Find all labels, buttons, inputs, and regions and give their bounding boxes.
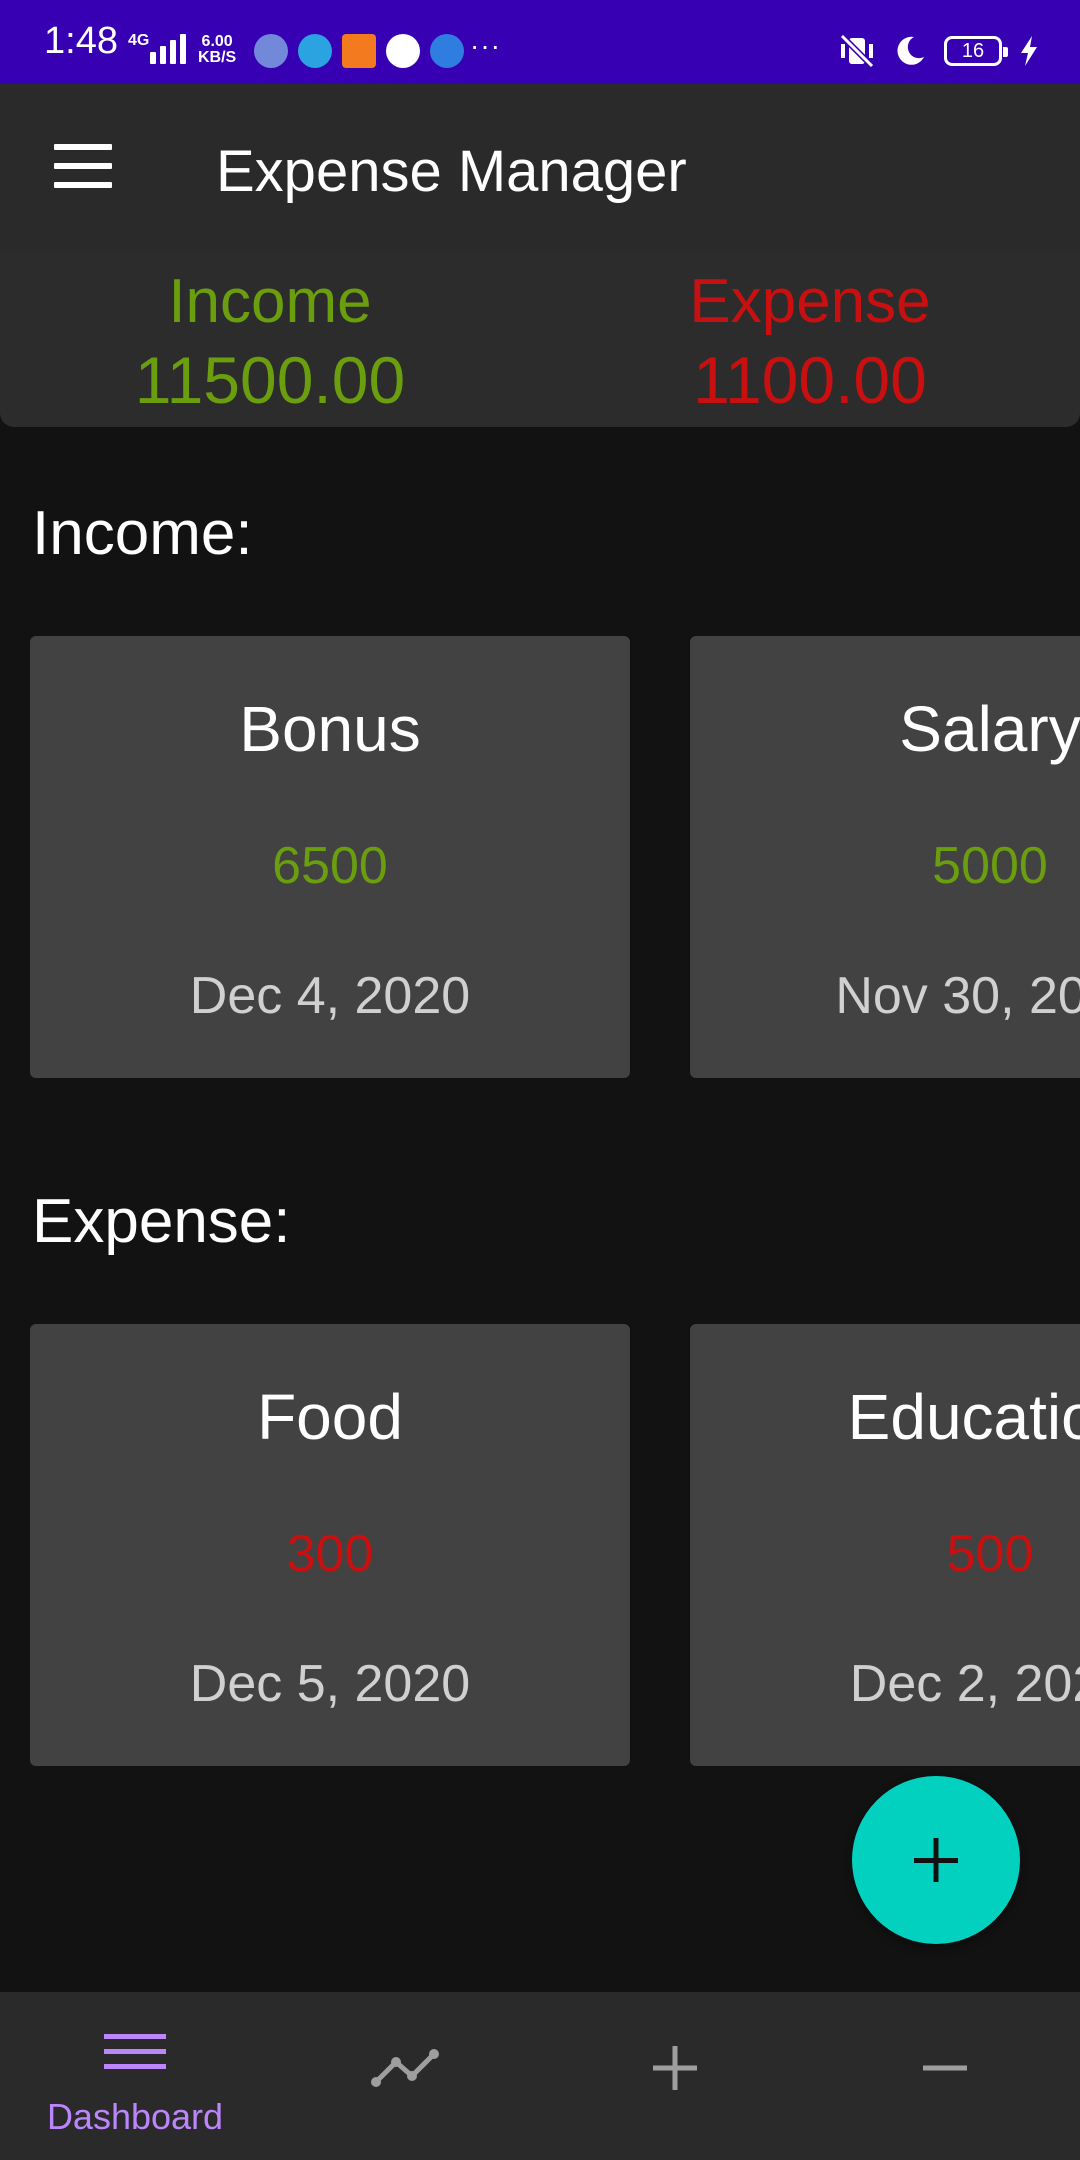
card-title: Food: [257, 1381, 403, 1453]
card-date: Dec 2, 2020: [849, 1655, 1080, 1713]
card-amount: 500: [946, 1525, 1034, 1583]
play-icon: [430, 34, 464, 68]
card-date: Dec 5, 2020: [189, 1655, 471, 1713]
status-bar: 1:48 4G 6.00 KB/S ··· 16: [0, 0, 1080, 84]
app-title: Expense Manager: [216, 139, 687, 204]
nav-statistics[interactable]: [270, 1992, 540, 2160]
card-title: Bonus: [239, 693, 421, 765]
dashboard-icon: [104, 2034, 166, 2069]
bottom-navigation: Dashboard: [0, 1992, 1080, 2160]
card-title: Education: [847, 1381, 1080, 1453]
add-fab-button[interactable]: [852, 1776, 1020, 1944]
app-notification-icon: [386, 34, 420, 68]
app-notification-icon: [342, 34, 376, 68]
expense-summary: Expense 1100.00: [540, 264, 1080, 420]
expense-card[interactable]: Food 300 Dec 5, 2020: [30, 1324, 630, 1766]
nav-add-expense[interactable]: [810, 1992, 1080, 2160]
nav-dashboard[interactable]: Dashboard: [0, 1992, 270, 2160]
network-speed-unit: KB/S: [198, 49, 237, 66]
plus-icon: [914, 1838, 958, 1882]
income-card[interactable]: Bonus 6500 Dec 4, 2020: [30, 636, 630, 1078]
income-section-title: Income:: [32, 499, 253, 568]
expense-card[interactable]: Education 500 Dec 2, 2020: [690, 1324, 1080, 1766]
plus-icon: [653, 2046, 697, 2090]
trend-chart-icon: [371, 2049, 439, 2087]
card-amount: 5000: [932, 837, 1048, 895]
hamburger-menu-icon[interactable]: [54, 144, 114, 188]
nav-add-income[interactable]: [540, 1992, 810, 2160]
charging-bolt-icon: [1021, 36, 1037, 66]
summary-panel: Income 11500.00 Expense 1100.00: [0, 252, 1080, 427]
income-summary: Income 11500.00: [0, 264, 540, 420]
app-bar: Expense Manager: [0, 84, 1080, 252]
network-speed: 6.00 KB/S: [198, 34, 236, 66]
app-notification-icon: [298, 34, 332, 68]
income-summary-value: 11500.00: [134, 343, 406, 417]
card-amount: 300: [286, 1525, 374, 1583]
income-card[interactable]: Salary 5000 Nov 30, 2020: [690, 636, 1080, 1078]
battery-level: 16: [961, 39, 985, 62]
network-speed-value: 6.00: [201, 33, 233, 50]
expense-summary-label: Expense: [689, 267, 931, 336]
minus-icon: [923, 2065, 967, 2071]
nav-dashboard-label: Dashboard: [46, 2096, 224, 2137]
card-amount: 6500: [272, 837, 388, 895]
status-time: 1:48: [44, 20, 118, 62]
income-summary-label: Income: [168, 267, 372, 336]
do-not-disturb-moon-icon: [897, 36, 924, 65]
expense-section-title: Expense:: [32, 1187, 291, 1256]
expense-summary-value: 1100.00: [693, 343, 927, 417]
more-notifications-icon: ···: [470, 30, 501, 61]
network-type: 4G: [128, 32, 150, 49]
vibrate-icon: [839, 33, 875, 69]
card-date: Dec 4, 2020: [189, 967, 471, 1025]
battery-icon: 16: [944, 36, 1008, 66]
app-screen: 1:48 4G 6.00 KB/S ··· 16 Expense Manager…: [0, 0, 1080, 2160]
signal-icon: [150, 30, 186, 64]
card-date: Nov 30, 2020: [835, 967, 1080, 1025]
card-title: Salary: [899, 693, 1080, 765]
notification-icons: [254, 34, 464, 68]
discord-icon: [254, 34, 288, 68]
status-right: 16: [838, 32, 1040, 70]
